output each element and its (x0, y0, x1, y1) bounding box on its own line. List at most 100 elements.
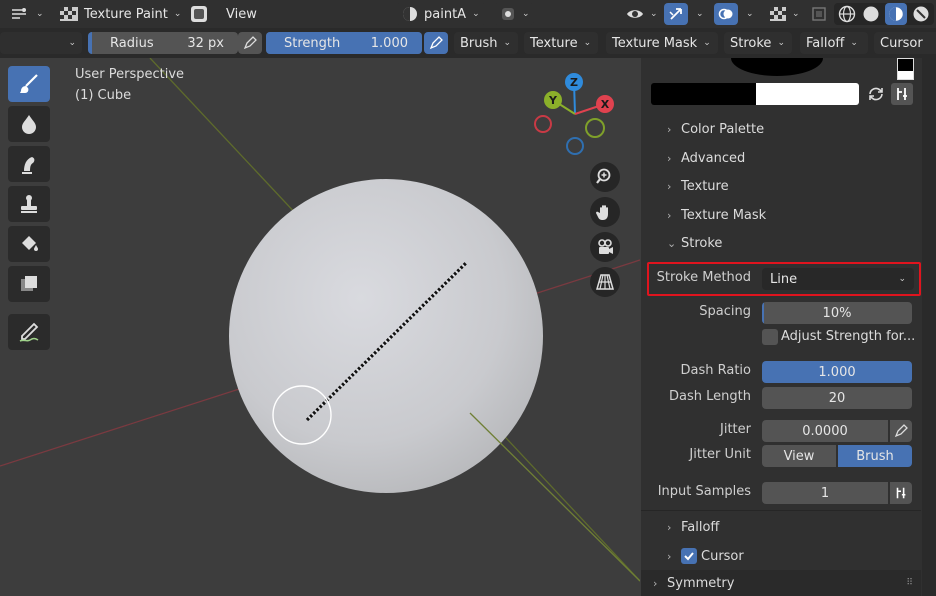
drag-handle-icon[interactable]: ⠿ (906, 578, 913, 588)
tool-draw[interactable] (8, 66, 50, 102)
jitter-field[interactable]: 0.0000 (762, 420, 888, 442)
paint-overlay-dropdown[interactable]: ⌄ (764, 3, 804, 25)
hand-icon (595, 202, 615, 222)
stroke-method-dropdown[interactable]: Line ⌄ (762, 268, 914, 290)
pen-pressure-icon (894, 424, 908, 438)
jitter-unit-view-option[interactable]: View (762, 445, 836, 467)
section-symmetry[interactable]: › Symmetry (653, 576, 734, 591)
section-stroke[interactable]: ⌄ Stroke (667, 236, 722, 251)
jitter-unit-brush-option[interactable]: Brush (838, 445, 912, 467)
3d-viewport[interactable]: User Perspective (1) Cube Z Y X (0, 58, 640, 596)
solid-icon[interactable] (861, 4, 881, 24)
section-advanced[interactable]: › Advanced (667, 151, 745, 166)
section-label: Cursor (701, 548, 744, 564)
brush-select-dropdown[interactable]: ⌄ (0, 32, 82, 54)
section-color-palette[interactable]: › Color Palette (667, 122, 764, 137)
toggle-button[interactable] (190, 3, 214, 25)
properties-sidebar[interactable]: › Color Palette › Advanced › Texture › Textu… (641, 58, 936, 596)
tool-smear[interactable] (8, 146, 50, 182)
strength-pressure-button[interactable] (424, 32, 448, 54)
jitter-pressure-button[interactable] (890, 420, 912, 442)
zoom-button[interactable] (590, 162, 620, 192)
dash-ratio-field[interactable]: 1.000 (762, 361, 912, 383)
section-label: Texture (681, 179, 729, 194)
gizmo-toggle-button[interactable] (664, 3, 688, 25)
strength-field[interactable]: Strength 1.000 (266, 32, 422, 54)
editor-type-button[interactable]: ⌄ (4, 3, 48, 25)
overlay-square-icon (190, 5, 208, 23)
stroke-menu[interactable]: Stroke ⌄ (724, 32, 792, 54)
texture-menu[interactable]: Texture ⌄ (524, 32, 598, 54)
rendered-icon[interactable] (911, 4, 931, 24)
spacing-field[interactable]: 10% (762, 302, 912, 324)
adjust-strength-checkbox[interactable] (762, 329, 778, 345)
texture-mask-menu[interactable]: Texture Mask ⌄ (606, 32, 718, 54)
symmetry-header[interactable]: › Symmetry ⠿ (641, 570, 921, 596)
chevron-down-icon: ⌄ (68, 38, 76, 48)
cursor-menu[interactable]: Cursor (874, 32, 936, 54)
smear-icon (18, 153, 40, 175)
jitter-unit-view-label: View (783, 448, 815, 464)
radius-label: Radius (110, 35, 154, 51)
tool-soften[interactable] (8, 106, 50, 142)
shading-dropdown[interactable]: ⌄ (494, 3, 534, 25)
xray-button[interactable] (808, 3, 830, 25)
slot-label: paintA (424, 6, 467, 22)
tool-mask[interactable] (8, 266, 50, 302)
tool-clone[interactable] (8, 186, 50, 222)
cursor-checkbox[interactable] (681, 548, 697, 564)
tool-annotate[interactable] (8, 314, 50, 350)
view-menu[interactable]: View (220, 3, 263, 25)
gizmo-arrow-icon (668, 6, 684, 22)
section-cursor[interactable]: › Cursor (667, 548, 744, 564)
section-label: Falloff (681, 520, 720, 535)
xray-icon (811, 6, 827, 22)
section-texture[interactable]: › Texture (667, 179, 729, 194)
gradient-color-bar[interactable] (651, 83, 859, 105)
camera-icon (595, 237, 615, 257)
color-swatch-small[interactable] (897, 58, 914, 80)
dot-icon (500, 6, 516, 22)
divider (641, 510, 921, 511)
gizmo-neg-y-axis (585, 118, 605, 138)
brush-menu[interactable]: Brush ⌄ (454, 32, 518, 54)
gizmo-neg-z-axis (566, 137, 584, 155)
section-label: Color Palette (681, 122, 765, 137)
wireframe-icon[interactable] (837, 4, 857, 24)
section-falloff[interactable]: › Falloff (667, 520, 719, 535)
drop-icon (18, 113, 40, 135)
brush-icon (17, 72, 41, 96)
input-samples-field[interactable]: 1 (762, 482, 888, 504)
falloff-menu[interactable]: Falloff ⌄ (800, 32, 868, 54)
radius-pressure-button[interactable] (238, 32, 262, 54)
spacing-fill (762, 302, 764, 324)
tool-settings-bar: ⌄ Radius 32 px Strength 1.000 Brush ⌄ Tex… (0, 28, 936, 58)
overlays-toggle-button[interactable] (714, 3, 738, 25)
radius-field[interactable]: Radius 32 px (88, 32, 238, 54)
mode-label: Texture Paint (84, 6, 168, 22)
input-samples-value: 1 (820, 485, 830, 501)
section-texture-mask[interactable]: › Texture Mask (667, 208, 766, 223)
dash-length-field[interactable]: 20 (762, 387, 912, 409)
settings-sliders-icon (894, 486, 908, 500)
chevron-down-icon: ⌄ (696, 9, 704, 19)
overlays-dropdown[interactable]: ⌄ (740, 3, 760, 25)
navigation-gizmo[interactable]: Z Y X (525, 64, 635, 174)
visibility-dropdown[interactable]: ⌄ (620, 3, 660, 25)
input-samples-settings-button[interactable] (890, 482, 912, 504)
chevron-down-icon: ⌄ (36, 9, 44, 19)
strength-label: Strength (284, 35, 341, 51)
gizmo-dropdown[interactable]: ⌄ (690, 3, 710, 25)
slot-dropdown[interactable]: paintA ⌄ (396, 3, 486, 25)
tool-fill[interactable] (8, 226, 50, 262)
mode-dropdown[interactable]: Texture Paint ⌄ (54, 3, 186, 25)
jitter-label: Jitter (720, 422, 751, 437)
camera-view-button[interactable] (590, 232, 620, 262)
material-preview-icon[interactable] (885, 3, 907, 25)
stroke-method-label: Stroke Method (656, 270, 751, 285)
dash-length-label: Dash Length (669, 389, 751, 404)
swap-colors-icon[interactable] (867, 85, 885, 103)
color-settings-icon[interactable] (891, 83, 913, 105)
pan-button[interactable] (590, 197, 620, 227)
ortho-toggle-button[interactable] (590, 267, 620, 297)
